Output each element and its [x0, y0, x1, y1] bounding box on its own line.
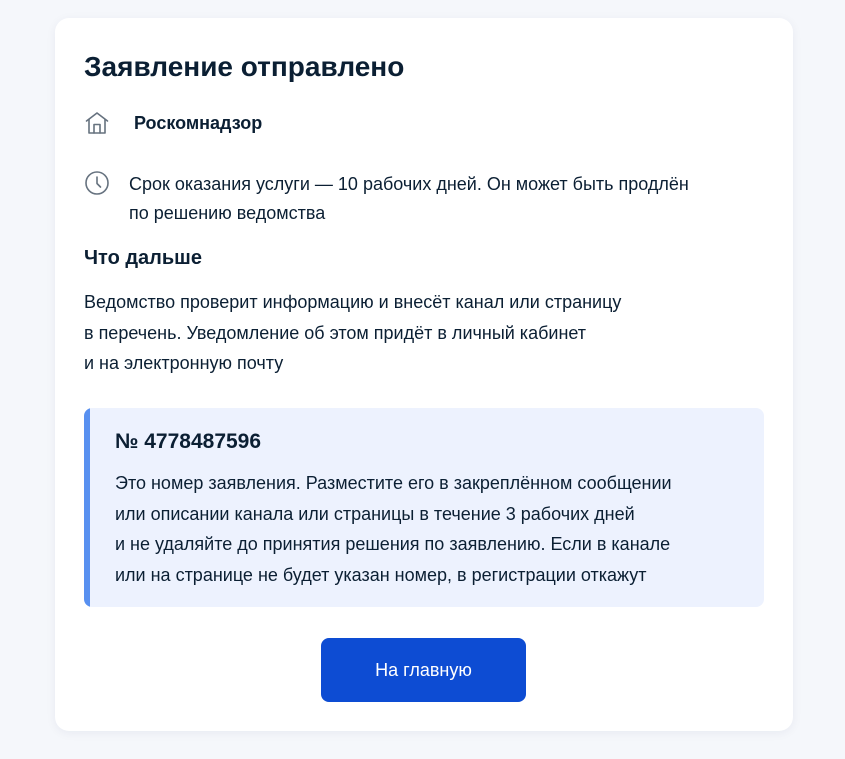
- service-term-line: по решению ведомства: [129, 203, 326, 223]
- agency-row: Роскомнадзор: [84, 110, 262, 136]
- notice-line: и не удаляйте до принятия решения по зая…: [115, 534, 671, 554]
- notice-text: Это номер заявления. Разместите его в за…: [115, 468, 745, 590]
- agency-name: Роскомнадзор: [134, 113, 263, 133]
- service-term-text: Срок оказания услуги — 10 рабочих дней. …: [129, 170, 769, 228]
- notice-accent-bar: [84, 408, 90, 607]
- clock-icon: [84, 170, 110, 196]
- next-steps-line: и на электронную почту: [84, 353, 284, 373]
- home-button[interactable]: На главную: [321, 638, 526, 702]
- next-steps-line: Ведомство проверит информацию и внесёт к…: [84, 292, 622, 312]
- application-number: № 4778487596: [115, 430, 262, 453]
- term-row: Срок оказания услуги — 10 рабочих дней. …: [84, 170, 769, 228]
- notice-line: или описании канала или страницы в течен…: [115, 503, 635, 524]
- next-steps-text: Ведомство проверит информацию и внесёт к…: [84, 287, 704, 379]
- building-icon: [84, 110, 110, 136]
- application-number-notice: № 4778487596 Это номер заявления. Размес…: [84, 408, 764, 607]
- service-term-line: Срок оказания услуги — 10 рабочих дней. …: [129, 174, 689, 194]
- next-steps-line: в перечень. Уведомление об этом придёт в…: [84, 322, 587, 343]
- result-card: Заявление отправлено Роскомнадзор Срок о…: [55, 18, 793, 731]
- notice-line: Это номер заявления. Разместите его в за…: [115, 473, 672, 493]
- notice-line: или на странице не будет указан номер, в…: [115, 564, 647, 585]
- next-steps-heading: Что дальше: [84, 247, 202, 269]
- page-title: Заявление отправлено: [84, 51, 405, 82]
